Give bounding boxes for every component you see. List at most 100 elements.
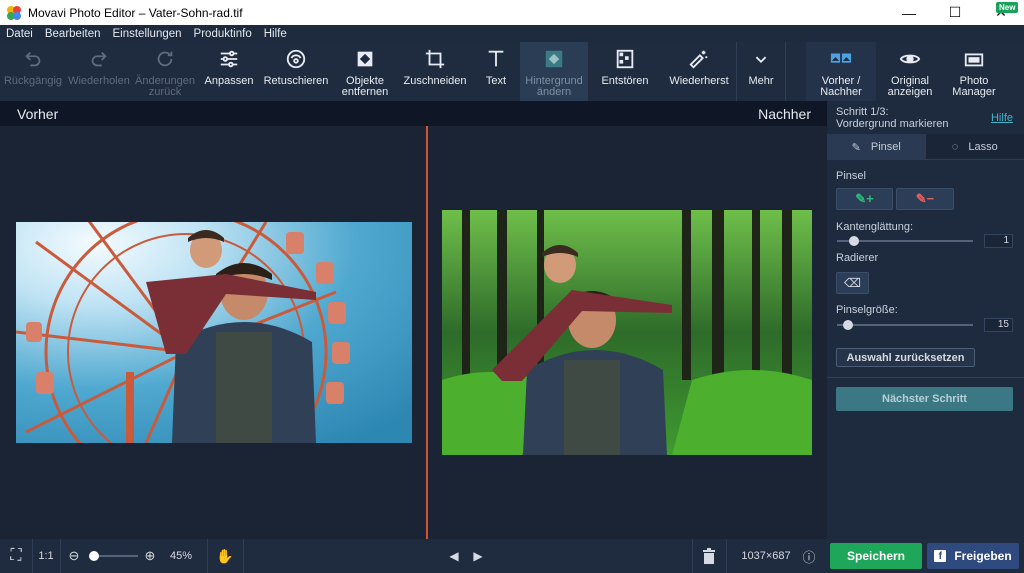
compare-divider[interactable] xyxy=(426,126,428,539)
menu-produktinfo[interactable]: Produktinfo xyxy=(188,28,258,40)
redo-button[interactable]: Wiederholen xyxy=(66,42,132,101)
next-image-button[interactable]: ▶ xyxy=(468,539,488,573)
sliders-icon xyxy=(220,50,238,68)
app-logo-icon xyxy=(7,5,21,20)
denoise-button[interactable]: Entstören xyxy=(588,42,662,101)
after-image xyxy=(442,210,812,455)
maximize-button[interactable]: ☐ xyxy=(932,0,978,25)
arrow-left-icon: ◀ xyxy=(449,549,459,563)
menu-bearbeiten[interactable]: Bearbeiten xyxy=(39,28,107,40)
lasso-icon: ◌ xyxy=(951,140,959,153)
brush-remove-button[interactable]: ✎− xyxy=(896,188,954,210)
smoothing-slider[interactable] xyxy=(837,236,973,246)
remove-label-2: entfernen xyxy=(341,86,389,98)
info-button[interactable]: ⓘ xyxy=(800,539,818,573)
smoothing-slider-knob[interactable] xyxy=(849,236,859,246)
refresh-icon xyxy=(157,51,173,67)
restore-label: Wiederherst xyxy=(669,75,729,87)
zoom-out-button[interactable]: ⊖ xyxy=(64,539,84,573)
show-original-button[interactable]: Original anzeigen xyxy=(876,42,944,101)
next-step-button[interactable]: Nächster Schritt xyxy=(836,387,1013,411)
adjust-label: Anpassen xyxy=(204,75,254,87)
menu-einstellungen[interactable]: Einstellungen xyxy=(106,28,187,40)
share-button[interactable]: f Freigeben xyxy=(927,543,1019,569)
revert-label-2: zurück xyxy=(148,86,182,98)
undo-label: Rückgängig xyxy=(3,75,63,87)
actual-size-button[interactable]: 1:1 xyxy=(32,539,60,573)
title-bar: Movavi Photo Editor – Vater-Sohn-rad.tif… xyxy=(0,0,1024,25)
text-icon xyxy=(488,50,504,67)
text-label: Text xyxy=(485,75,507,87)
more-label: Mehr xyxy=(748,75,774,87)
delete-button[interactable] xyxy=(698,539,720,573)
compare-header: Vorher Nachher xyxy=(0,101,827,126)
before-after-button[interactable]: Vorher / Nachher xyxy=(806,42,876,101)
revert-changes-button[interactable]: Änderungen zurück xyxy=(132,42,198,101)
remove-objects-button[interactable]: Objekte entfernen xyxy=(332,42,398,101)
brush-size-slider-knob[interactable] xyxy=(843,320,853,330)
eraser-icon: ⌫ xyxy=(844,276,861,290)
tab-lasso[interactable]: ◌ Lasso xyxy=(925,134,1024,160)
status-separator xyxy=(726,539,727,573)
trash-icon xyxy=(703,548,715,564)
chevron-down-icon xyxy=(755,56,767,64)
step-description: Vordergrund markieren xyxy=(836,118,949,130)
previous-image-button[interactable]: ◀ xyxy=(444,539,464,573)
undo-button[interactable]: Rückgängig xyxy=(0,42,66,101)
smoothing-label: Kantenglättung: xyxy=(836,221,914,233)
hand-icon: ✋ xyxy=(216,547,234,564)
change-background-button[interactable]: Hintergrund ändern xyxy=(520,42,588,101)
eraser-label: Radierer xyxy=(836,252,879,264)
magic-wand-icon xyxy=(689,50,708,69)
help-link[interactable]: Hilfe xyxy=(991,112,1013,124)
background-icon xyxy=(545,50,563,68)
minimize-button[interactable]: — xyxy=(886,0,932,25)
brush-icon: ✎ xyxy=(851,141,861,154)
brush-size-value[interactable]: 15 xyxy=(984,318,1013,332)
pm-label-2: Manager xyxy=(952,86,996,98)
remove-object-icon xyxy=(357,51,373,67)
crop-button[interactable]: Zuschneiden xyxy=(398,42,472,101)
eraser-button[interactable]: ⌫ xyxy=(836,272,869,294)
pan-tool-button[interactable]: ✋ xyxy=(210,539,240,573)
reset-selection-button[interactable]: Auswahl zurücksetzen xyxy=(836,348,975,367)
zoom-level: 45% xyxy=(169,550,193,562)
brush-add-button[interactable]: ✎+ xyxy=(836,188,893,210)
panel-divider xyxy=(827,377,1024,378)
tool-tabs: ✎ Pinsel ◌ Lasso xyxy=(827,134,1024,160)
before-after-icon xyxy=(830,53,852,63)
zoom-slider-knob[interactable] xyxy=(89,551,99,561)
status-separator xyxy=(692,539,693,573)
before-label: Vorher xyxy=(17,106,59,122)
adjust-button[interactable]: Anpassen xyxy=(198,42,260,101)
settings-panel: Schritt 1/3: Vordergrund markieren Hilfe… xyxy=(827,101,1024,539)
brush-size-slider[interactable] xyxy=(837,320,973,330)
save-button[interactable]: Speichern xyxy=(830,543,922,569)
more-button[interactable]: Mehr xyxy=(736,42,786,101)
info-icon: ⓘ xyxy=(802,549,816,565)
restore-button[interactable]: Wiederherst xyxy=(662,42,736,101)
fullscreen-icon: ⛶ xyxy=(10,547,22,564)
fit-screen-button[interactable]: ⛶ xyxy=(0,539,32,573)
crop-label: Zuschneiden xyxy=(403,75,467,87)
text-button[interactable]: Text xyxy=(472,42,520,101)
menu-datei[interactable]: Datei xyxy=(0,28,39,40)
photo-manager-button[interactable]: Photo Manager xyxy=(944,42,1004,101)
retouch-label: Retuschieren xyxy=(263,75,329,87)
zoom-in-button[interactable]: ⊕ xyxy=(140,539,160,573)
redo-label: Wiederholen xyxy=(68,75,130,87)
photo-manager-icon xyxy=(964,53,984,67)
smoothing-value[interactable]: 1 xyxy=(984,234,1013,248)
menu-hilfe[interactable]: Hilfe xyxy=(258,28,293,40)
zoom-in-icon: ⊕ xyxy=(144,548,156,563)
menu-bar: Datei Bearbeiten Einstellungen Produktin… xyxy=(0,25,1024,42)
tab-brush[interactable]: ✎ Pinsel xyxy=(827,134,926,160)
zoom-slider[interactable] xyxy=(89,551,138,561)
before-image xyxy=(16,222,412,443)
retouch-button[interactable]: Retuschieren xyxy=(260,42,332,101)
step-counter: Schritt 1/3: xyxy=(836,106,889,118)
brush-section-label: Pinsel xyxy=(836,170,866,182)
facebook-icon: f xyxy=(934,550,947,562)
status-separator xyxy=(243,539,244,573)
status-separator xyxy=(32,539,33,573)
